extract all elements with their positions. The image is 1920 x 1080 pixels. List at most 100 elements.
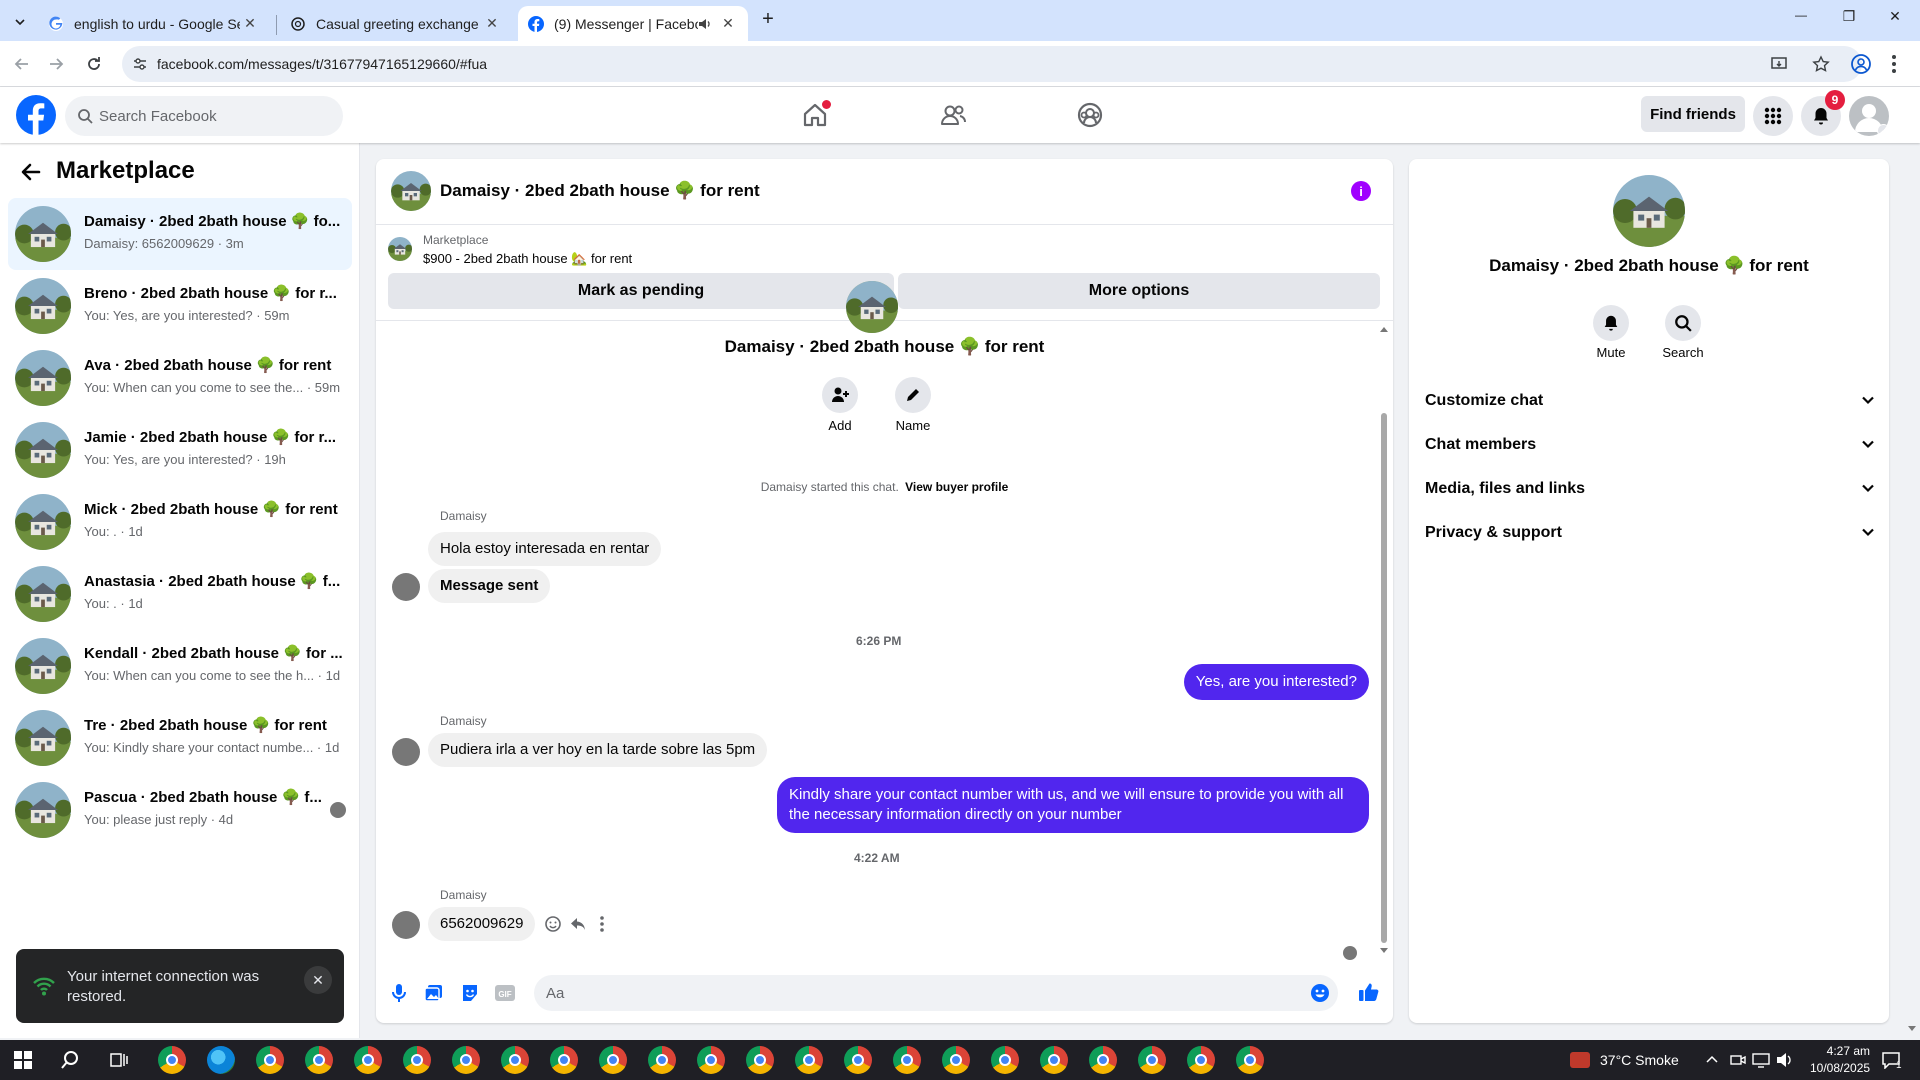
sticker-icon[interactable] — [460, 983, 480, 1003]
network-icon[interactable] — [1752, 1052, 1770, 1068]
reload-icon[interactable] — [84, 54, 104, 74]
site-info-icon[interactable] — [132, 56, 148, 72]
privacy-support-section[interactable]: Privacy & support — [1425, 513, 1875, 553]
reply-icon[interactable] — [569, 915, 587, 933]
chrome-taskbar-icon[interactable] — [1040, 1046, 1068, 1074]
window-close-button[interactable]: ✕ — [1880, 8, 1910, 32]
edge-taskbar-icon[interactable] — [207, 1046, 235, 1074]
chrome-taskbar-icon[interactable] — [795, 1046, 823, 1074]
conversation-item[interactable]: Damaisy · 2bed 2bath house 🌳 fo... Damais… — [8, 198, 352, 270]
speaker-icon[interactable] — [698, 17, 712, 31]
browser-tab-messenger[interactable]: (9) Messenger | Facebook ✕ — [518, 6, 748, 41]
chrome-taskbar-icon[interactable] — [550, 1046, 578, 1074]
forward-icon[interactable] — [46, 54, 66, 74]
groups-nav-button[interactable] — [1070, 97, 1110, 133]
more-actions-icon[interactable] — [599, 915, 605, 933]
notifications-button[interactable]: 9 — [1801, 90, 1845, 136]
more-options-button[interactable]: More options — [898, 273, 1380, 309]
emoji-icon[interactable] — [1310, 983, 1330, 1003]
meet-now-icon[interactable] — [1730, 1052, 1746, 1068]
message-bubble-sent[interactable]: Kindly share your contact number with us… — [777, 777, 1369, 833]
conversation-item[interactable]: Mick · 2bed 2bath house 🌳 for rent You: .… — [8, 486, 352, 558]
chrome-taskbar-icon[interactable] — [942, 1046, 970, 1074]
chrome-taskbar-icon[interactable] — [256, 1046, 284, 1074]
scrollbar-thumb[interactable] — [1381, 413, 1387, 943]
chrome-taskbar-icon[interactable] — [452, 1046, 480, 1074]
message-bubble-sent[interactable]: Yes, are you interested? — [1183, 664, 1369, 700]
search-icon[interactable] — [60, 1050, 80, 1070]
name-edit-button[interactable] — [895, 377, 931, 413]
address-bar[interactable]: facebook.com/messages/t/3167794716512966… — [122, 46, 1862, 82]
task-view-icon[interactable] — [110, 1051, 128, 1069]
chevron-up-icon[interactable] — [1706, 1054, 1718, 1066]
weather-widget[interactable]: 37°C Smoke — [1570, 1040, 1679, 1080]
tab-search-icon[interactable] — [8, 10, 32, 34]
friends-nav-button[interactable] — [933, 97, 973, 133]
toast-close-button[interactable]: ✕ — [304, 966, 332, 994]
scroll-up-icon[interactable] — [1379, 325, 1389, 333]
account-avatar-button[interactable] — [1849, 96, 1889, 136]
photo-icon[interactable] — [424, 983, 444, 1003]
chat-title[interactable]: Damaisy · 2bed 2bath house 🌳 for rent — [440, 181, 760, 201]
chrome-taskbar-icon[interactable] — [1138, 1046, 1166, 1074]
search-conversation-button[interactable] — [1665, 305, 1701, 341]
minimize-button[interactable]: — — [1786, 8, 1816, 32]
message-bubble[interactable]: Message sent — [428, 569, 551, 603]
thumbs-up-icon[interactable] — [1358, 981, 1380, 1003]
install-app-icon[interactable] — [1770, 55, 1788, 73]
details-avatar[interactable] — [1613, 175, 1685, 247]
conversation-item[interactable]: Tre · 2bed 2bath house 🌳 for rent You: Ki… — [8, 702, 352, 774]
mark-as-pending-button[interactable]: Mark as pending — [388, 273, 894, 309]
tab-close-icon[interactable]: ✕ — [240, 14, 260, 34]
conversation-item[interactable]: Ava · 2bed 2bath house 🌳 for rent You: Wh… — [8, 342, 352, 414]
add-member-button[interactable] — [822, 377, 858, 413]
chrome-taskbar-icon[interactable] — [403, 1046, 431, 1074]
windows-start-icon[interactable] — [14, 1051, 32, 1069]
gif-icon[interactable]: GIF — [494, 983, 516, 1003]
clock[interactable]: 4:27 am 10/08/2025 — [1810, 1043, 1870, 1077]
chrome-taskbar-icon[interactable] — [354, 1046, 382, 1074]
scroll-down-icon[interactable] — [1379, 947, 1389, 955]
listing-thumbnail[interactable] — [391, 171, 431, 211]
menu-grid-button[interactable] — [1753, 96, 1793, 136]
media-files-links-section[interactable]: Media, files and links — [1425, 469, 1875, 509]
new-tab-button[interactable]: + — [756, 8, 780, 32]
browser-tab-google[interactable]: english to urdu - Google Search ✕ — [38, 6, 270, 41]
message-bubble[interactable]: 6562009629 — [428, 907, 536, 941]
home-nav-button[interactable] — [795, 97, 835, 133]
find-friends-button[interactable]: Find friends — [1641, 96, 1745, 132]
chrome-taskbar-icon[interactable] — [1089, 1046, 1117, 1074]
listing-detail[interactable]: $900 - 2bed 2bath house 🏡 for rent — [423, 251, 632, 267]
message-bubble[interactable]: Pudiera irla a ver hoy en la tarde sobre… — [428, 733, 768, 767]
chrome-taskbar-icon[interactable] — [599, 1046, 627, 1074]
chrome-taskbar-icon[interactable] — [991, 1046, 1019, 1074]
chrome-taskbar-icon[interactable] — [158, 1046, 186, 1074]
conversation-item[interactable]: Jamie · 2bed 2bath house 🌳 for r... You: … — [8, 414, 352, 486]
chrome-taskbar-icon[interactable] — [697, 1046, 725, 1074]
chat-members-section[interactable]: Chat members — [1425, 425, 1875, 465]
back-arrow-icon[interactable] — [20, 161, 42, 183]
customize-chat-section[interactable]: Customize chat — [1425, 381, 1875, 421]
chrome-taskbar-icon[interactable] — [1236, 1046, 1264, 1074]
conversation-item[interactable]: Breno · 2bed 2bath house 🌳 for r... You: … — [8, 270, 352, 342]
chrome-taskbar-icon[interactable] — [844, 1046, 872, 1074]
scroll-down-icon[interactable] — [1907, 1025, 1917, 1033]
mute-button[interactable] — [1593, 305, 1629, 341]
browser-tab-chatgpt[interactable]: Casual greeting exchange ✕ — [280, 6, 512, 41]
chrome-taskbar-icon[interactable] — [746, 1046, 774, 1074]
chrome-taskbar-icon[interactable] — [1187, 1046, 1215, 1074]
conversation-item[interactable]: Kendall · 2bed 2bath house 🌳 for ... You:… — [8, 630, 352, 702]
microphone-icon[interactable] — [390, 983, 408, 1003]
chrome-taskbar-icon[interactable] — [648, 1046, 676, 1074]
chrome-taskbar-icon[interactable] — [305, 1046, 333, 1074]
listing-small-thumbnail[interactable] — [388, 237, 412, 261]
info-icon[interactable]: i — [1351, 181, 1371, 201]
view-buyer-profile-link[interactable]: View buyer profile — [905, 480, 1008, 494]
conversation-item[interactable]: Anastasia · 2bed 2bath house 🌳 f... You: … — [8, 558, 352, 630]
maximize-button[interactable]: ❐ — [1834, 8, 1864, 32]
tab-close-icon[interactable]: ✕ — [718, 14, 738, 34]
page-scrollbar[interactable] — [1905, 87, 1920, 1040]
chrome-taskbar-icon[interactable] — [893, 1046, 921, 1074]
scrollbar[interactable] — [1379, 321, 1389, 959]
facebook-logo-icon[interactable] — [16, 95, 56, 135]
